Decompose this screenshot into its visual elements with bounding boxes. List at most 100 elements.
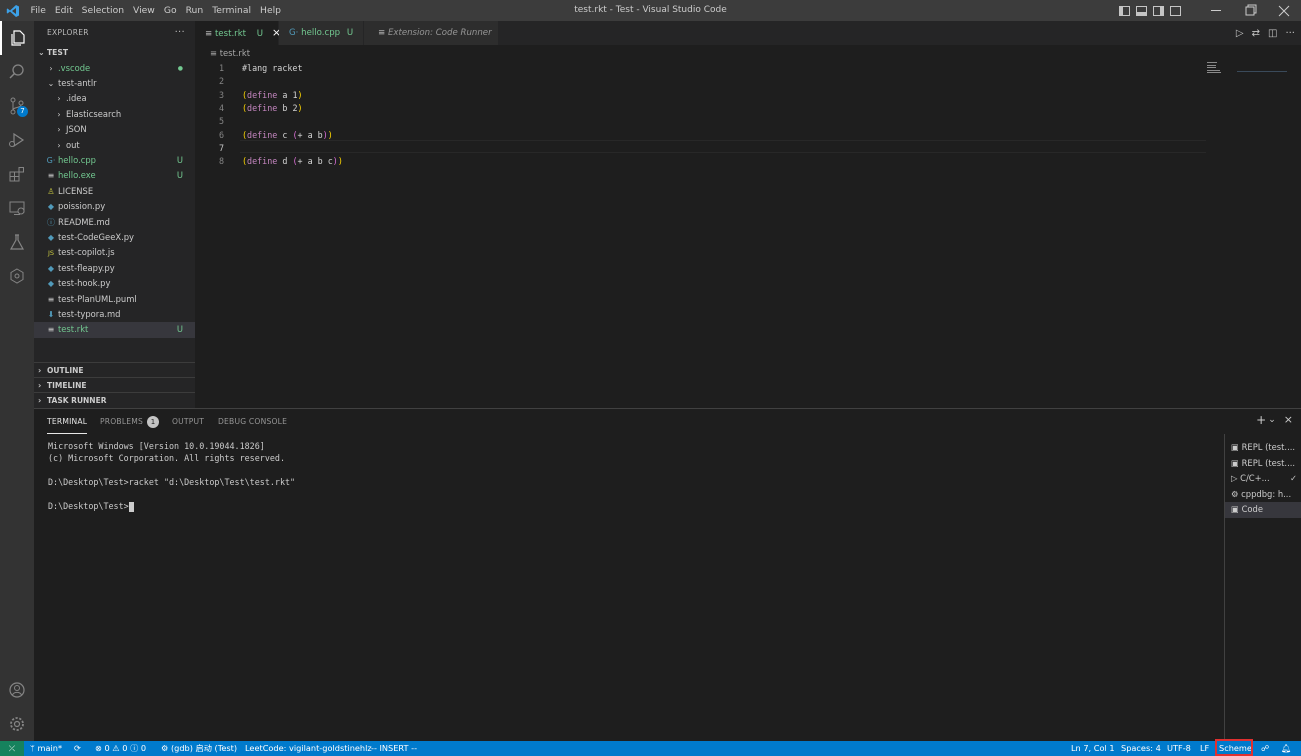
tree-file[interactable]: ⓘ README.md bbox=[34, 215, 195, 230]
timeline-section[interactable]: › TIMELINE bbox=[34, 377, 195, 392]
terminal-item-selected[interactable]: ▣ Code bbox=[1225, 502, 1301, 518]
remote-explorer-activity[interactable] bbox=[0, 191, 34, 225]
customize-layout-icon[interactable] bbox=[1170, 5, 1181, 16]
tab-output[interactable]: OUTPUT bbox=[172, 409, 204, 434]
git-branch[interactable]: ᛘ main* bbox=[30, 741, 62, 756]
toggle-secondary-sidebar-icon[interactable] bbox=[1153, 5, 1164, 16]
tab-extension-code-runner[interactable]: ≡ Extension: Code Runner bbox=[364, 21, 499, 45]
menu-file[interactable]: File bbox=[26, 0, 50, 21]
accounts-activity[interactable] bbox=[0, 673, 34, 707]
toggle-sidebar-icon[interactable] bbox=[1119, 5, 1130, 16]
restore-icon[interactable] bbox=[1233, 0, 1267, 21]
tree-folder[interactable]: › .vscode ● bbox=[34, 61, 195, 76]
tab-debug-console[interactable]: DEBUG CONSOLE bbox=[218, 409, 287, 434]
feedback-icon[interactable]: ☍ bbox=[1261, 741, 1269, 756]
cursor-position[interactable]: Ln 7, Col 1 bbox=[1071, 741, 1115, 756]
tree-item-label: test-CodeGeeX.py bbox=[58, 231, 135, 242]
current-line-highlight bbox=[240, 140, 1206, 153]
chevron-down-icon[interactable]: ⌄ bbox=[1268, 415, 1276, 427]
menu-selection[interactable]: Selection bbox=[77, 0, 128, 21]
tree-folder[interactable]: › JSON bbox=[34, 122, 195, 137]
encoding[interactable]: UTF-8 bbox=[1167, 741, 1191, 756]
minimize-icon[interactable] bbox=[1199, 0, 1233, 21]
chevron-right-icon: › bbox=[57, 94, 61, 104]
tab-test-rkt[interactable]: ≡ test.rkt U × bbox=[195, 21, 281, 45]
extensions-activity[interactable] bbox=[0, 157, 34, 191]
tree-item-label: hello.cpp bbox=[58, 154, 96, 165]
close-panel-icon[interactable]: × bbox=[1284, 413, 1293, 427]
indentation[interactable]: Spaces: 4 bbox=[1121, 741, 1161, 756]
manage-activity[interactable] bbox=[0, 707, 34, 741]
search-activity[interactable] bbox=[0, 55, 34, 89]
warning-icon: ⚠ bbox=[112, 743, 123, 753]
more-actions-icon[interactable]: ··· bbox=[1285, 28, 1295, 39]
tree-file[interactable]: ◆ test-hook.py bbox=[34, 276, 195, 291]
tab-status: U bbox=[346, 28, 354, 38]
chevron-right-icon: › bbox=[49, 63, 53, 73]
source-control-activity[interactable]: 7 bbox=[0, 89, 34, 123]
minimap[interactable] bbox=[1207, 61, 1287, 73]
tree-file[interactable]: G· hello.cpp U bbox=[34, 153, 195, 168]
terminal-item[interactable]: ▷ C/C+... ✓ bbox=[1225, 471, 1301, 487]
remote-indicator[interactable]: ⤫ bbox=[0, 741, 24, 756]
workspace-root[interactable]: ⌄ TEST bbox=[34, 45, 195, 60]
code-line[interactable]: (define b 2) bbox=[242, 103, 303, 113]
tree-file[interactable]: ◆ test-fleapy.py bbox=[34, 261, 195, 276]
tree-file[interactable]: ≡ hello.exe U bbox=[34, 168, 195, 183]
gitlens-activity[interactable] bbox=[0, 259, 34, 293]
close-window-icon[interactable] bbox=[1267, 0, 1301, 21]
editor-tabs: ≡ test.rkt U × G· hello.cpp U ≡ Extensio… bbox=[195, 21, 1301, 45]
sync-icon[interactable]: ⟳ bbox=[74, 741, 81, 756]
terminal-icon: ▣ bbox=[1231, 442, 1242, 452]
tree-file[interactable]: ⬇ test-typora.md bbox=[34, 307, 195, 322]
explorer-activity[interactable] bbox=[0, 21, 34, 55]
tree-file[interactable]: ≡ test.rkt U bbox=[34, 322, 195, 338]
terminal-item[interactable]: ▣ REPL (test.... bbox=[1225, 440, 1301, 456]
line-number: 1 bbox=[218, 63, 224, 73]
split-editor-icon[interactable]: ◫ bbox=[1268, 28, 1277, 39]
notifications-bell-icon[interactable]: 🔔︎ bbox=[1281, 741, 1291, 756]
terminal-item[interactable]: ▣ REPL (test.... bbox=[1225, 456, 1301, 472]
line-number: 8 bbox=[218, 156, 224, 167]
breadcrumb[interactable]: ≡ test.rkt bbox=[195, 45, 1301, 61]
end-of-line[interactable]: LF bbox=[1200, 741, 1209, 756]
menu-run[interactable]: Run bbox=[181, 0, 208, 21]
testing-activity[interactable] bbox=[0, 225, 34, 259]
tree-folder[interactable]: ⌄ test-antlr bbox=[34, 76, 195, 91]
menu-go[interactable]: Go bbox=[159, 0, 181, 21]
menu-view[interactable]: View bbox=[129, 0, 160, 21]
tab-hello-cpp[interactable]: G· hello.cpp U bbox=[279, 21, 364, 45]
breadcrumb-file[interactable]: test.rkt bbox=[220, 48, 250, 58]
tree-file[interactable]: ≡ test-PlanUML.puml bbox=[34, 292, 195, 307]
tree-file[interactable]: ♙ LICENSE bbox=[34, 184, 195, 199]
tree-file[interactable]: ◆ test-CodeGeeX.py bbox=[34, 230, 195, 245]
more-actions-icon[interactable]: ··· bbox=[175, 21, 185, 45]
code-line[interactable]: #lang racket bbox=[242, 63, 303, 73]
run-debug-activity[interactable] bbox=[0, 123, 34, 157]
tree-file[interactable]: ◆ poission.py bbox=[34, 199, 195, 214]
leetcode-status[interactable]: LeetCode: vigilant-goldstinehlz bbox=[245, 741, 372, 756]
tree-folder[interactable]: › .idea bbox=[34, 91, 195, 106]
tab-problems[interactable]: PROBLEMS 1 bbox=[100, 409, 160, 434]
code-line[interactable]: (define d (+ a b c)) bbox=[242, 156, 343, 166]
code-line[interactable]: (define a 1) bbox=[242, 90, 303, 100]
tree-folder[interactable]: › Elasticsearch bbox=[34, 107, 195, 122]
terminal-line: D:\Desktop\Test> bbox=[48, 501, 134, 512]
tree-file[interactable]: JS test-copilot.js bbox=[34, 245, 195, 260]
run-code-icon[interactable]: ▷ bbox=[1236, 28, 1244, 39]
code-line[interactable]: (define c (+ a b)) bbox=[242, 130, 333, 140]
terminal-item[interactable]: ⚙ cppdbg: h... bbox=[1225, 487, 1301, 503]
tree-folder[interactable]: › out bbox=[34, 138, 195, 153]
menu-edit[interactable]: Edit bbox=[50, 0, 77, 21]
task-runner-section[interactable]: › TASK RUNNER bbox=[34, 392, 195, 407]
tab-terminal[interactable]: TERMINAL bbox=[47, 409, 88, 434]
new-terminal-icon[interactable]: + bbox=[1256, 413, 1266, 427]
debug-launch[interactable]: ⚙ (gdb) 启动 (Test) bbox=[161, 741, 237, 756]
problems-status[interactable]: ⊗ 0 ⚠ 0 ⓘ 0 bbox=[95, 741, 146, 756]
menu-help[interactable]: Help bbox=[256, 0, 286, 21]
menu-terminal[interactable]: Terminal bbox=[208, 0, 256, 21]
open-changes-icon[interactable]: ⇄ bbox=[1252, 28, 1260, 39]
outline-section[interactable]: › OUTLINE bbox=[34, 362, 195, 377]
code-editor[interactable]: 1 #lang racket 2 3 (define a 1) 4 (define b 2)… bbox=[195, 61, 1301, 408]
toggle-panel-icon[interactable] bbox=[1136, 5, 1147, 16]
